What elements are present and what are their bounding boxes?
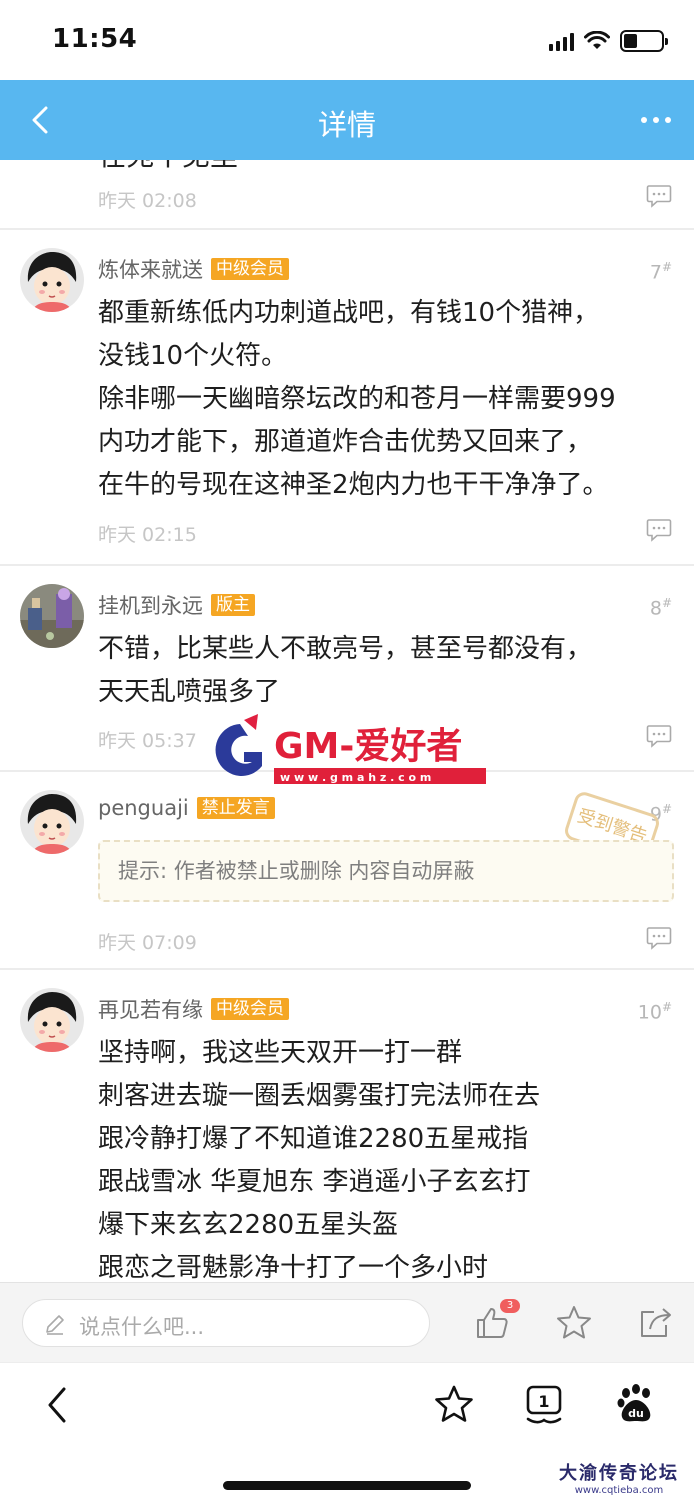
list-item: 在苑不见里 昨天 02:08: [0, 160, 694, 230]
pencil-icon: [46, 1315, 64, 1335]
post-text: 在苑不见里: [98, 160, 238, 174]
star-icon[interactable]: [554, 1303, 594, 1343]
reply-bar: 说点什么吧... 3: [0, 1282, 694, 1362]
baidu-paw-icon[interactable]: du: [614, 1383, 658, 1427]
floor-number: 7#: [649, 260, 672, 284]
reply-icon[interactable]: [646, 926, 672, 950]
favorite-star-icon[interactable]: [432, 1383, 476, 1427]
member-badge: 中级会员: [211, 998, 289, 1020]
watermark-logo: GM-爱好者 w w w . g m a h z . c o m: [200, 712, 490, 792]
svg-text:1: 1: [538, 1392, 549, 1411]
tabs-icon[interactable]: 1: [522, 1383, 566, 1427]
avatar[interactable]: [20, 584, 84, 648]
status-icons: [549, 28, 668, 54]
reply-icon[interactable]: [646, 724, 672, 748]
list-item: penguaji 禁止发言 9# 受到警告 提示: 作者被禁止或删除 内容自动屏…: [0, 772, 694, 970]
like-count-badge: 3: [500, 1299, 520, 1313]
site-watermark: 大渝传奇论坛 www.cqtieba.com: [559, 1463, 679, 1496]
floor-number: 10#: [637, 1000, 672, 1024]
post-text: 都重新练低内功刺道战吧，有钱10个猎神， 没钱10个火符。 除非哪一天幽暗祭坛改…: [98, 298, 616, 500]
app-screen: 11:54 详情 在苑不见里 昨天 02:08: [0, 0, 694, 1500]
avatar[interactable]: [20, 790, 84, 854]
member-badge: 中级会员: [211, 258, 289, 280]
navbar: 详情: [0, 80, 694, 160]
reply-icon[interactable]: [646, 518, 672, 542]
author-name[interactable]: 再见若有缘: [98, 994, 203, 1024]
post-time: 昨天 07:09: [98, 932, 197, 954]
post-text: 坚持啊，我这些天双开一打一群 刺客进去璇一圈丢烟雾蛋打完法师在去 跟冷静打爆了不…: [98, 1038, 541, 1282]
browser-back-icon[interactable]: [36, 1383, 80, 1427]
blocked-notice: 提示: 作者被禁止或删除 内容自动屏蔽: [98, 840, 674, 902]
author-name[interactable]: 炼体来就送: [98, 254, 203, 284]
status-time: 11:54: [52, 24, 138, 54]
wifi-icon: [584, 31, 610, 49]
author-name[interactable]: 挂机到永远: [98, 590, 203, 620]
list-item: 炼体来就送 中级会员 7# 都重新练低内功刺道战吧，有钱10个猎神， 没钱10个…: [0, 230, 694, 566]
signal-icon: [549, 31, 574, 51]
svg-text:GM-爱好者: GM-爱好者: [274, 726, 462, 767]
reply-icon[interactable]: [646, 184, 672, 208]
home-indicator: [223, 1481, 471, 1490]
moderator-badge: 版主: [211, 594, 255, 616]
svg-text:w w w . g m a h z . c o m: w w w . g m a h z . c o m: [280, 771, 431, 784]
list-item: 再见若有缘 中级会员 10# 坚持啊，我这些天双开一打一群 刺客进去璇一圈丢烟雾…: [0, 970, 694, 1282]
banned-badge: 禁止发言: [196, 797, 275, 819]
more-icon[interactable]: [638, 102, 674, 138]
status-bar: 11:54: [0, 0, 694, 80]
reply-input[interactable]: 说点什么吧...: [22, 1299, 430, 1347]
battery-icon: [620, 30, 668, 52]
post-time: 昨天 02:08: [98, 190, 197, 212]
avatar[interactable]: [20, 988, 84, 1052]
post-time: 昨天 05:37: [98, 730, 197, 752]
share-icon[interactable]: [636, 1303, 676, 1343]
svg-text:du: du: [628, 1407, 644, 1420]
floor-number: 8#: [649, 596, 672, 620]
post-time: 昨天 02:15: [98, 524, 197, 546]
avatar[interactable]: [20, 248, 84, 312]
post-text: 不错，比某些人不敢亮号，甚至号都没有， 天天乱喷强多了: [98, 634, 593, 707]
browser-toolbar: 1 du 大渝传奇论坛 www.cqtieba.com: [0, 1362, 694, 1500]
author-name[interactable]: penguaji: [98, 796, 189, 820]
page-title: 详情: [317, 108, 376, 142]
reply-placeholder: 说点什么吧...: [79, 1315, 205, 1339]
